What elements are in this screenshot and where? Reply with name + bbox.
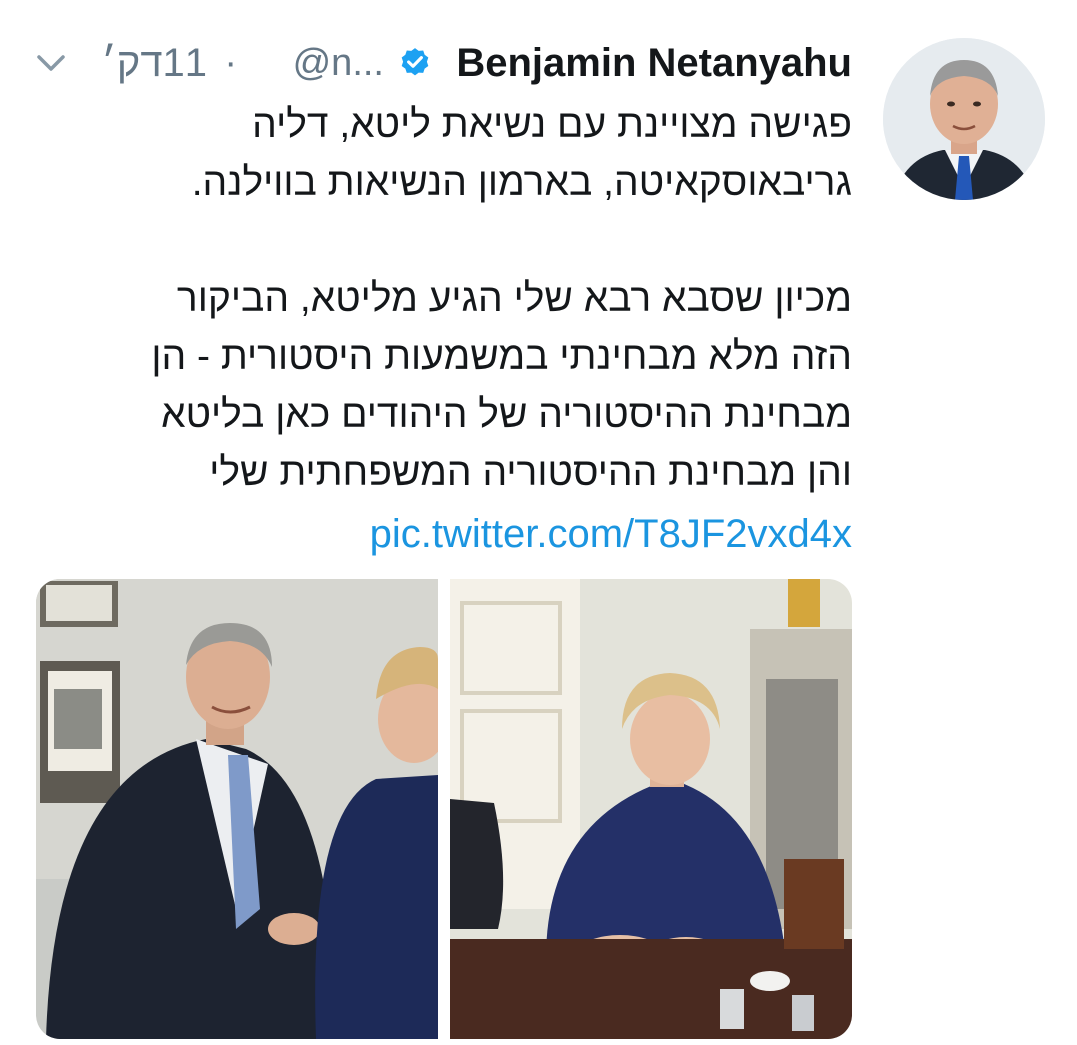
tweet-header: Benjamin Netanyahu @n... · 11דק׳ <box>30 38 852 88</box>
photo-right[interactable] <box>450 579 852 1039</box>
tweet-text: פגישה מצויינת עם נשיאת ליטא, דליה גריבאו… <box>30 96 852 502</box>
author-handle[interactable]: @n... <box>293 38 384 88</box>
header-separator: · <box>224 42 237 84</box>
photo-right-image <box>450 579 852 1039</box>
tweet-text-line: גריבאוסקאיטה, בארמון הנשיאות בווילנה. <box>191 161 852 204</box>
avatar-photo <box>883 38 1045 200</box>
photo-left[interactable] <box>36 579 438 1039</box>
chevron-down-icon[interactable] <box>34 50 68 76</box>
tweet-text-line: פגישה מצויינת עם נשיאת ליטא, דליה <box>252 103 852 146</box>
tweet-timestamp[interactable]: 11דק׳ <box>101 38 207 88</box>
author-name[interactable]: Benjamin Netanyahu <box>456 38 852 88</box>
media-grid <box>36 579 852 1039</box>
verified-badge-icon <box>401 48 429 76</box>
avatar[interactable] <box>883 38 1045 200</box>
tweet-text-line: מבחינת ההיסטוריה של היהודים כאן בליטא <box>161 393 852 436</box>
tweet-text-line: הזה מלא מבחינתי במשמעות היסטורית - הן <box>151 335 852 378</box>
tweet-text-line: והן מבחינת ההיסטוריה המשפחתית שלי <box>209 451 852 494</box>
tweet-text-line: מכיון שסבא רבא שלי הגיע מליטא, הביקור <box>176 277 852 320</box>
photo-left-image <box>36 579 438 1039</box>
media-link[interactable]: pic.twitter.com/T8JF2vxd4x <box>370 505 852 563</box>
tweet[interactable]: Benjamin Netanyahu @n... · 11דק׳ פגישה מ… <box>0 0 1077 1045</box>
